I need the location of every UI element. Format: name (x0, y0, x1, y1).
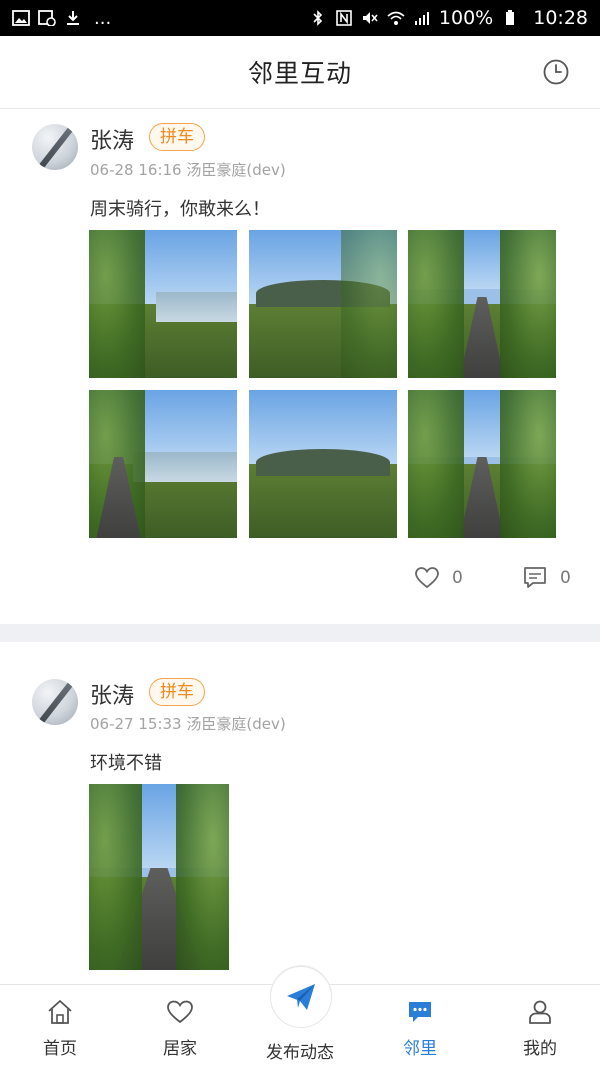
nav-label: 居家 (163, 1039, 197, 1059)
post-photo[interactable] (89, 390, 237, 538)
post-text: 周末骑行，你敢来么！ (90, 199, 270, 220)
nav-item-living[interactable]: 居家 (120, 985, 240, 1067)
publish-button[interactable] (270, 966, 332, 1028)
avatar[interactable] (32, 679, 78, 725)
heart-outline-icon (414, 565, 440, 591)
post-card[interactable]: 张涛 拼车 06-27 15:33 汤臣豪庭(dev) 环境不错 (0, 642, 600, 985)
bluetooth-icon (309, 10, 327, 26)
avatar-image (34, 679, 76, 725)
signal-icon (413, 10, 431, 26)
post-username[interactable]: 张涛 (90, 678, 134, 710)
status-bar: ... 100% 10:28 (0, 0, 600, 36)
home-icon (46, 998, 74, 1026)
post-photo[interactable] (249, 390, 397, 538)
status-left: ... (12, 8, 111, 29)
post-tag: 拼车 (149, 678, 205, 706)
comment-button[interactable]: 0 (522, 563, 571, 593)
status-time: 10:28 (533, 7, 588, 29)
nfc-icon (335, 10, 353, 26)
post-photo[interactable] (408, 390, 556, 538)
heart-icon (166, 998, 194, 1026)
post-separator (0, 624, 600, 642)
like-count: 0 (452, 568, 463, 588)
app-root: ... 100% 10:28 邻里互动 张涛 拼车 06-28 16:16 汤臣… (0, 0, 600, 1067)
post-card[interactable]: 张涛 拼车 06-28 16:16 汤臣豪庭(dev) 周末骑行，你敢来么！ 0… (0, 109, 600, 624)
publish-label[interactable]: 发布动态 (264, 1038, 336, 1063)
comment-icon (522, 565, 548, 591)
status-right: 100% 10:28 (309, 7, 588, 29)
more-notifications-indicator: ... (94, 7, 112, 29)
nav-label: 我的 (523, 1039, 557, 1059)
page-title: 邻里互动 (247, 59, 352, 88)
post-photo[interactable] (408, 230, 556, 378)
post-text: 环境不错 (90, 753, 162, 774)
nav-item-mine[interactable]: 我的 (480, 985, 600, 1067)
avatar[interactable] (32, 124, 78, 170)
post-meta: 06-28 16:16 汤臣豪庭(dev) (90, 161, 286, 179)
person-icon (526, 998, 554, 1026)
comment-count: 0 (560, 568, 571, 588)
like-button[interactable]: 0 (414, 563, 463, 593)
history-button[interactable] (542, 58, 570, 86)
nav-item-home[interactable]: 首页 (0, 985, 120, 1067)
chat-bubble-icon (406, 998, 434, 1026)
post-meta: 06-27 15:33 汤臣豪庭(dev) (90, 715, 286, 733)
feed-list[interactable]: 张涛 拼车 06-28 16:16 汤臣豪庭(dev) 周末骑行，你敢来么！ 0… (0, 109, 600, 985)
nav-label: 邻里 (403, 1039, 437, 1059)
paper-plane-icon (287, 984, 315, 1010)
app-header: 邻里互动 (0, 36, 600, 109)
gallery-icon (12, 10, 30, 26)
battery-percent: 100% (438, 7, 494, 29)
battery-icon (501, 10, 519, 26)
post-tag: 拼车 (149, 123, 205, 151)
clock-history-icon (543, 59, 569, 85)
post-photo[interactable] (89, 230, 237, 378)
post-photo[interactable] (89, 784, 229, 970)
nav-item-neighbors[interactable]: 邻里 (360, 985, 480, 1067)
wifi-icon (387, 10, 405, 26)
post-photo[interactable] (249, 230, 397, 378)
screenshot-notification-icon (38, 10, 56, 26)
avatar-image (34, 124, 76, 170)
post-username[interactable]: 张涛 (90, 123, 134, 155)
mute-icon (361, 10, 379, 26)
download-icon (64, 10, 82, 26)
nav-label: 首页 (43, 1039, 77, 1059)
